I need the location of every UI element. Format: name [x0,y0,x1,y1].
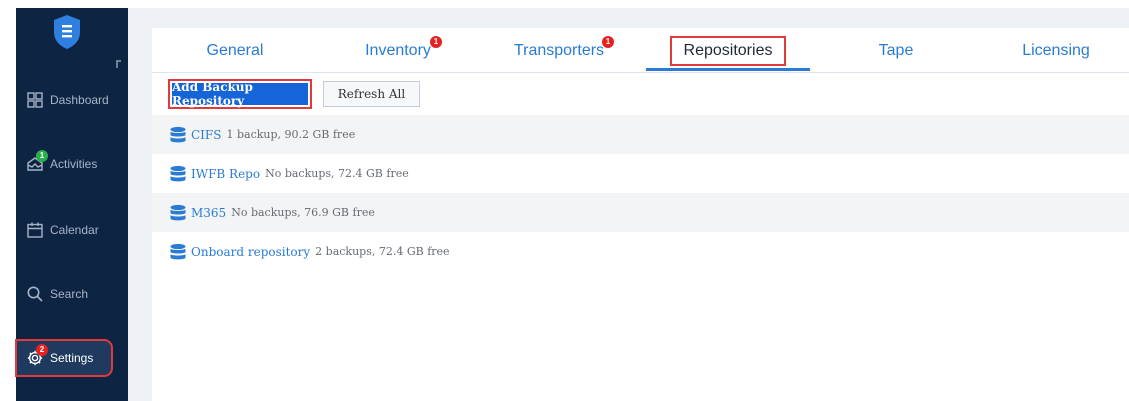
add-backup-repository-label: Add Backup Repository [172,80,308,108]
sidebar-item-label: Dashboard [50,93,109,107]
tab-tape[interactable]: Tape [856,28,936,73]
repository-row[interactable]: Onboard repository 2 backups, 72.4 GB fr… [152,232,1129,271]
tab-general[interactable]: General [188,28,282,73]
sidebar-item-label: Search [50,287,89,301]
sidebar-item-activities[interactable]: 1 Activities [16,146,128,182]
repository-row[interactable]: CIFS 1 backup, 90.2 GB free [152,115,1129,154]
sidebar-item-search[interactable]: Search [16,276,128,312]
repository-row[interactable]: M365 No backups, 76.9 GB free [152,193,1129,232]
sidebar: Dashboard 1 Activities Calendar Search 2… [15,8,128,401]
repository-info: No backups, 72.4 GB free [265,167,409,180]
activities-badge: 1 [36,150,48,162]
collapse-corner-icon[interactable] [116,60,121,68]
dashboard-icon [27,92,43,108]
sidebar-item-settings[interactable]: 2 Settings [15,339,113,377]
window-left-edge [0,0,16,401]
search-icon [27,286,43,302]
window-top-edge [0,0,1129,8]
repository-name[interactable]: M365 [191,206,226,220]
tab-label: Transporters [513,41,605,59]
sidebar-item-label: Calendar [50,223,99,237]
repository-info: 2 backups, 72.4 GB free [315,245,450,258]
sidebar-item-label: Settings [50,351,94,365]
database-icon [170,204,186,220]
calendar-icon [27,222,43,238]
database-icon [170,243,186,259]
tab-label: General [206,41,264,59]
repository-info: 1 backup, 90.2 GB free [226,128,356,141]
sidebar-item-dashboard[interactable]: Dashboard [16,82,128,118]
repositories-highlight-box [670,36,786,66]
inventory-badge: 1 [430,36,442,48]
tab-licensing[interactable]: Licensing [1008,28,1104,73]
tab-label: Tape [878,41,914,59]
refresh-all-button[interactable]: Refresh All [323,81,420,107]
database-icon [170,126,186,142]
repository-name[interactable]: Onboard repository [191,245,310,259]
repository-name[interactable]: CIFS [191,128,221,142]
repository-info: No backups, 76.9 GB free [231,206,375,219]
settings-panel: General Inventory 1 Transporters 1 Repos… [152,28,1129,401]
app-logo-icon [54,15,80,49]
tab-label: Inventory [365,41,431,59]
sidebar-item-label: Activities [50,157,98,171]
database-icon [170,165,186,181]
sidebar-item-calendar[interactable]: Calendar [16,212,128,248]
settings-tabs: General Inventory 1 Transporters 1 Repos… [152,28,1129,73]
repository-name[interactable]: IWFB Repo [191,167,260,181]
transporters-badge: 1 [602,36,614,48]
tab-inventory[interactable]: Inventory 1 [348,28,448,73]
active-tab-indicator [646,68,810,71]
add-backup-repository-button[interactable]: Add Backup Repository [168,79,312,109]
tab-label: Licensing [1022,41,1090,59]
repository-row[interactable]: IWFB Repo No backups, 72.4 GB free [152,154,1129,193]
tab-transporters[interactable]: Transporters 1 [494,28,624,73]
settings-badge: 2 [36,344,48,356]
tabs-divider [152,72,1129,73]
